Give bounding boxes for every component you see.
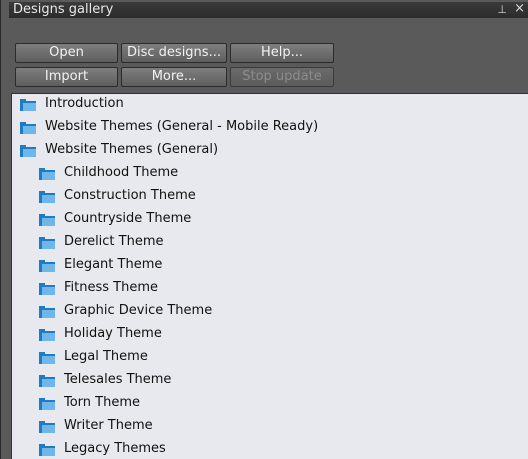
folder-icon bbox=[39, 260, 55, 272]
tree-item-label: Legacy Themes bbox=[64, 441, 166, 456]
tree-item-label: Graphic Device Theme bbox=[64, 303, 213, 318]
stop-update-button: Stop update bbox=[230, 67, 334, 87]
tree-item-label: Legal Theme bbox=[64, 349, 148, 364]
designs-tree[interactable]: Introduction Website Themes (General - Mo… bbox=[11, 93, 528, 459]
tree-item-label: Introduction bbox=[45, 96, 124, 111]
help-button[interactable]: Help... bbox=[230, 43, 334, 63]
folder-icon bbox=[20, 122, 36, 134]
tree-item-label: Fitness Theme bbox=[64, 280, 158, 295]
tree-item-label: Construction Theme bbox=[64, 188, 196, 203]
folder-icon bbox=[39, 168, 55, 180]
folder-icon bbox=[39, 421, 55, 433]
close-icon[interactable]: × bbox=[514, 1, 525, 17]
folder-icon bbox=[20, 145, 36, 157]
folder-icon bbox=[39, 283, 55, 295]
folder-icon bbox=[39, 306, 55, 318]
folder-icon bbox=[39, 375, 55, 387]
tree-item-label: Holiday Theme bbox=[64, 326, 162, 341]
folder-icon bbox=[39, 191, 55, 203]
pin-icon[interactable]: ⊥ bbox=[497, 2, 507, 18]
tree-item-label: Derelict Theme bbox=[64, 234, 164, 249]
folder-icon bbox=[20, 99, 36, 111]
tree-item-label: Website Themes (General) bbox=[45, 142, 219, 157]
tree-item-label: Elegant Theme bbox=[64, 257, 163, 272]
more-button[interactable]: More... bbox=[121, 67, 227, 87]
import-button[interactable]: Import bbox=[15, 67, 118, 87]
folder-icon bbox=[39, 352, 55, 364]
panel-titlebar[interactable]: Designs gallery ⊥ × bbox=[9, 1, 528, 18]
tree-item-label: Childhood Theme bbox=[64, 165, 179, 180]
tree-item-label: Telesales Theme bbox=[64, 372, 172, 387]
folder-icon bbox=[39, 329, 55, 341]
tree-item-label: Torn Theme bbox=[64, 395, 141, 410]
panel-title: Designs gallery bbox=[13, 2, 114, 17]
folder-icon bbox=[39, 237, 55, 249]
disc-designs-button[interactable]: Disc designs... bbox=[121, 43, 227, 63]
open-button[interactable]: Open bbox=[15, 43, 118, 63]
folder-icon bbox=[39, 398, 55, 410]
tree-item-label: Writer Theme bbox=[64, 418, 153, 433]
tree-item-label: Website Themes (General - Mobile Ready) bbox=[45, 119, 319, 134]
tree-item-label: Countryside Theme bbox=[64, 211, 192, 226]
folder-icon bbox=[39, 444, 55, 456]
folder-icon bbox=[39, 214, 55, 226]
designs-gallery-panel: Designs gallery ⊥ × Open Disc designs...… bbox=[0, 0, 528, 459]
